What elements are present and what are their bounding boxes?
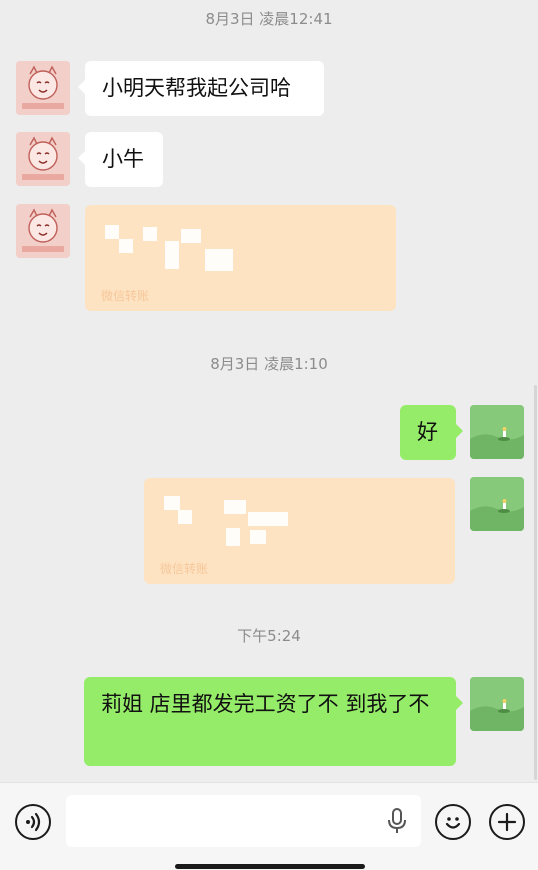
dragon-sticker-icon <box>16 61 70 115</box>
voice-icon <box>26 812 41 832</box>
transfer-label: 微信转账 <box>101 289 150 303</box>
green-landscape-icon <box>470 405 524 459</box>
transfer-label: 微信转账 <box>160 562 209 576</box>
time-separator: 8月3日 凌晨12:41 <box>205 10 333 28</box>
redacted-pixel <box>165 241 179 269</box>
more-button[interactable] <box>489 804 525 840</box>
green-landscape-icon <box>470 477 524 531</box>
message-text: 好 <box>417 420 438 444</box>
redacted-pixel <box>226 528 240 546</box>
contact-avatar[interactable] <box>16 61 70 115</box>
dragon-sticker-icon <box>16 132 70 186</box>
message-text: 小牛 <box>102 147 144 171</box>
time-separator: 8月3日 凌晨1:10 <box>210 355 328 373</box>
redacted-pixel <box>181 229 201 243</box>
message-bubble-received[interactable]: 小牛 <box>78 132 163 187</box>
redacted-pixel <box>143 227 157 241</box>
redacted-pixel <box>250 530 266 544</box>
redacted-pixel <box>178 510 192 524</box>
voice-toggle-button[interactable] <box>15 804 51 840</box>
redacted-pixel <box>164 496 180 510</box>
input-bar <box>0 782 538 870</box>
message-input[interactable] <box>66 795 421 847</box>
home-indicator <box>175 864 365 869</box>
transfer-card[interactable]: 微信转账 <box>85 205 396 311</box>
redacted-pixel <box>105 225 119 239</box>
emoji-icon <box>445 817 461 829</box>
message-text: 小明天帮我起公司哈 <box>102 76 291 100</box>
self-avatar[interactable] <box>470 677 524 731</box>
redacted-pixel <box>119 239 133 253</box>
plus-icon <box>497 812 517 832</box>
redacted-pixel <box>248 512 288 526</box>
scrollbar[interactable] <box>534 385 537 780</box>
dragon-sticker-icon <box>16 204 70 258</box>
time-separator: 下午5:24 <box>237 627 301 645</box>
contact-avatar[interactable] <box>16 204 70 258</box>
message-bubble-sent[interactable]: 莉姐 店里都发完工资了不 到我了不 <box>84 677 463 766</box>
redacted-pixel <box>205 249 233 271</box>
self-avatar[interactable] <box>470 405 524 459</box>
message-text: 莉姐 店里都发完工资了不 到我了不 <box>101 692 430 716</box>
message-bubble-sent[interactable]: 好 <box>400 405 463 460</box>
green-landscape-icon <box>470 677 524 731</box>
message-bubble-received[interactable]: 小明天帮我起公司哈 <box>78 61 324 116</box>
redacted-pixel <box>224 500 246 514</box>
self-avatar[interactable] <box>470 477 524 531</box>
contact-avatar[interactable] <box>16 132 70 186</box>
emoji-button[interactable] <box>435 804 471 840</box>
chat-screen: 8月3日 凌晨12:41 8月3日 凌晨1:10 下午5:24 小明天帮我起公司… <box>0 0 538 870</box>
transfer-card[interactable]: 微信转账 <box>144 478 455 584</box>
mic-icon[interactable] <box>386 807 408 835</box>
